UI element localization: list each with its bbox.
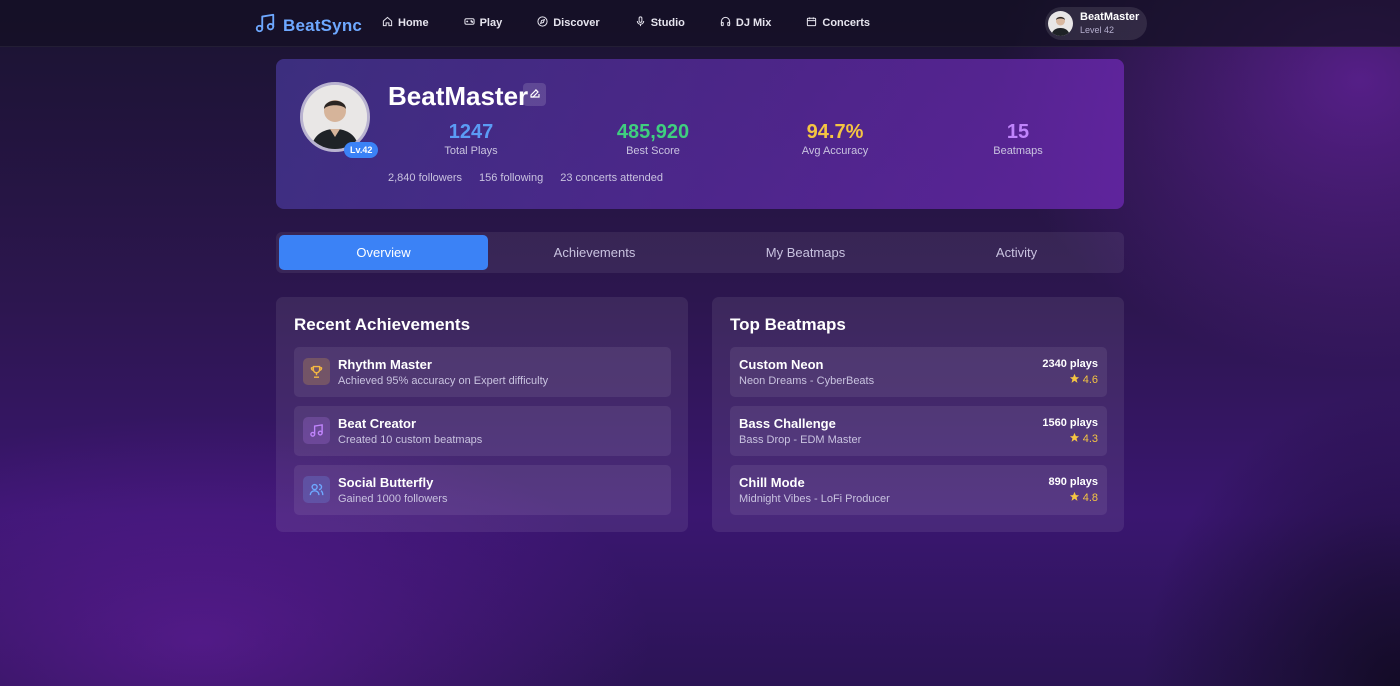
beatmap-rating: 4.8: [1069, 491, 1098, 505]
nav-link-studio[interactable]: Studio: [635, 16, 685, 30]
beatmap-subtitle: Neon Dreams - CyberBeats: [739, 375, 875, 387]
panel-title: Top Beatmaps: [730, 315, 846, 334]
beatmap-plays: 890 plays: [1048, 476, 1098, 488]
tab-my-beatmaps[interactable]: My Beatmaps: [701, 235, 910, 270]
beatmap-item[interactable]: Chill Mode Midnight Vibes - LoFi Produce…: [730, 465, 1107, 515]
user-menu[interactable]: BeatMaster Level 42: [1045, 7, 1147, 40]
beatmap-rating: 4.3: [1069, 432, 1098, 446]
concerts-count: 23 concerts attended: [560, 172, 663, 184]
beatmap-item[interactable]: Bass Challenge Bass Drop - EDM Master 15…: [730, 406, 1107, 456]
beatmap-plays: 1560 plays: [1042, 417, 1098, 429]
star-icon: [1069, 432, 1080, 446]
tab-achievements[interactable]: Achievements: [490, 235, 699, 270]
brand-logo[interactable]: BeatSync: [254, 12, 362, 39]
stat-label: Best Score: [626, 145, 680, 157]
edit-profile-button[interactable]: [523, 83, 546, 106]
tab-overview[interactable]: Overview: [279, 235, 488, 270]
stat-label: Avg Accuracy: [801, 145, 869, 157]
achievement-desc: Achieved 95% accuracy on Expert difficul…: [338, 375, 549, 387]
brand-name: BeatSync: [283, 15, 363, 35]
beatmap-subtitle: Midnight Vibes - LoFi Producer: [739, 493, 890, 505]
gamepad-icon: [463, 16, 475, 30]
achievement-desc: Created 10 custom beatmaps: [338, 434, 483, 446]
nav-link-label: Concerts: [822, 17, 871, 29]
profile-tabs: Overview Achievements My Beatmaps Activi…: [276, 232, 1124, 273]
followers-count[interactable]: 2,840 followers: [388, 172, 462, 184]
music-note-icon: [254, 12, 276, 39]
nav-link-label: Home: [398, 17, 429, 29]
star-icon: [1069, 373, 1080, 387]
beatmap-title: Bass Challenge: [739, 416, 836, 431]
beatmap-rating: 4.6: [1069, 373, 1098, 387]
trophy-icon: [303, 358, 330, 385]
rating-value: 4.3: [1082, 433, 1098, 445]
social-stats: 2,840 followers 156 following 23 concert…: [388, 172, 680, 184]
achievement-desc: Gained 1000 followers: [338, 493, 448, 505]
stat-best-score: 485,920 Best Score: [583, 120, 723, 158]
profile-name: BeatMaster: [388, 81, 529, 111]
stat-label: Total Plays: [444, 145, 498, 157]
nav-links: Home Play Discover Studio DJ Mix Concert…: [382, 16, 905, 30]
stat-beatmaps: 15 Beatmaps: [948, 120, 1088, 158]
achievement-item[interactable]: Rhythm Master Achieved 95% accuracy on E…: [294, 347, 671, 397]
beatmap-title: Custom Neon: [739, 357, 824, 372]
rating-value: 4.6: [1082, 374, 1098, 386]
users-icon: [303, 476, 330, 503]
stat-avg-accuracy: 94.7% Avg Accuracy: [765, 120, 905, 158]
stat-value: 485,920: [616, 121, 690, 143]
beatmap-item[interactable]: Custom Neon Neon Dreams - CyberBeats 234…: [730, 347, 1107, 397]
music-note-icon: [303, 417, 330, 444]
top-nav: BeatSync Home Play Discover Studio DJ Mi…: [0, 0, 1400, 47]
tab-activity[interactable]: Activity: [912, 235, 1121, 270]
nav-link-label: Studio: [650, 17, 685, 29]
nav-link-label: Play: [479, 17, 503, 29]
stat-value: 1247: [448, 121, 494, 143]
profile-card: Lv.42 BeatMaster 1247 Total Plays 485,92…: [276, 59, 1124, 209]
top-beatmaps-panel: Top Beatmaps Custom Neon Neon Dreams - C…: [712, 297, 1124, 532]
nav-link-home[interactable]: Home: [382, 16, 429, 30]
beatmap-plays: 2340 plays: [1042, 358, 1098, 370]
microphone-icon: [635, 16, 646, 30]
nav-link-discover[interactable]: Discover: [537, 16, 600, 30]
user-name: BeatMaster: [1080, 11, 1140, 23]
compass-icon: [537, 16, 548, 30]
stat-label: Beatmaps: [993, 145, 1043, 157]
nav-link-label: DJ Mix: [735, 17, 772, 29]
nav-link-label: Discover: [553, 17, 600, 29]
headphones-icon: [720, 16, 731, 30]
home-icon: [382, 16, 393, 30]
nav-link-play[interactable]: Play: [463, 16, 503, 30]
level-badge: Lv.42: [344, 142, 379, 158]
achievement-item[interactable]: Beat Creator Created 10 custom beatmaps: [294, 406, 671, 456]
calendar-icon: [806, 16, 817, 30]
beatmap-subtitle: Bass Drop - EDM Master: [739, 434, 862, 446]
nav-link-concerts[interactable]: Concerts: [806, 16, 870, 30]
star-icon: [1069, 491, 1080, 505]
achievement-title: Rhythm Master: [338, 357, 432, 372]
nav-link-dj-mix[interactable]: DJ Mix: [720, 16, 771, 30]
recent-achievements-panel: Recent Achievements Rhythm Master Achiev…: [276, 297, 688, 532]
avatar: [1048, 11, 1073, 36]
panel-title: Recent Achievements: [294, 315, 471, 334]
stat-value: 15: [1006, 121, 1030, 143]
achievement-title: Social Butterfly: [338, 475, 434, 490]
beatmap-title: Chill Mode: [739, 475, 805, 490]
stat-value: 94.7%: [806, 121, 864, 143]
following-count[interactable]: 156 following: [479, 172, 543, 184]
stat-total-plays: 1247 Total Plays: [401, 120, 541, 158]
edit-icon: [529, 86, 541, 104]
achievement-item[interactable]: Social Butterfly Gained 1000 followers: [294, 465, 671, 515]
achievement-title: Beat Creator: [338, 416, 417, 431]
user-level: Level 42: [1080, 25, 1115, 35]
rating-value: 4.8: [1082, 492, 1098, 504]
